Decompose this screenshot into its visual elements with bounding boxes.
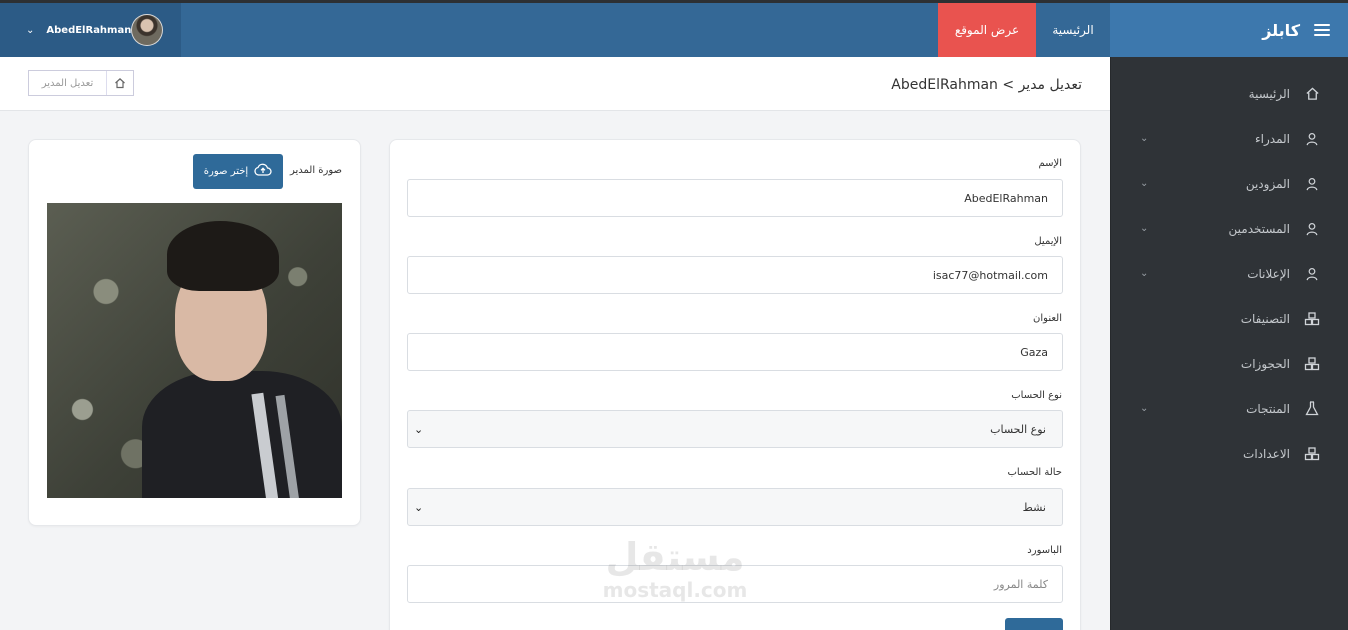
sidebar-item-label: التصنيفات	[1240, 311, 1290, 326]
admin-image-card: صورة المدير إختر صورة	[28, 139, 361, 526]
sidebar-item-label: المزودين	[1245, 176, 1290, 191]
user-icon	[1304, 131, 1320, 147]
breadcrumb-home-icon[interactable]	[107, 71, 133, 95]
address-field[interactable]: Gaza	[407, 333, 1063, 371]
content-header: تعديل مدير > AbedElRahman تعديل المدير	[0, 57, 1110, 111]
sidebar-item-settings[interactable]: الاعدادات	[1110, 431, 1348, 476]
view-site-button[interactable]: عرض الموقع	[938, 3, 1036, 57]
chevron-down-icon: ⌄	[414, 500, 424, 514]
address-label: العنوان	[1033, 313, 1062, 324]
chevron-down-icon: ⌄	[1140, 403, 1149, 414]
sidebar-item-bookings[interactable]: الحجوزات	[1110, 341, 1348, 386]
choose-image-label: إختر صورة	[203, 166, 249, 177]
avatar[interactable]	[131, 14, 163, 46]
sidebar-item-label: الاعدادات	[1243, 446, 1290, 461]
chevron-down-icon: ⌄	[414, 422, 424, 436]
email-field[interactable]: isac77@hotmail.com	[407, 256, 1063, 294]
account-type-select[interactable]: ⌄ نوع الحساب	[407, 410, 1063, 448]
admin-photo	[47, 203, 342, 498]
cubes-icon	[1304, 311, 1320, 327]
account-status-value: نشط	[1022, 500, 1046, 514]
sidebar-item-label: الرئيسية	[1248, 86, 1290, 101]
sidebar-item-providers[interactable]: المزودين ⌄	[1110, 161, 1348, 206]
hamburger-menu-icon[interactable]	[1314, 24, 1330, 36]
email-label: الإيميل	[1034, 236, 1062, 247]
account-status-select[interactable]: ⌄ نشط	[407, 488, 1063, 526]
sidebar-item-label: المستخدمين	[1228, 221, 1290, 236]
brand-name[interactable]: كابلز	[1262, 21, 1300, 40]
name-field[interactable]: AbedElRahman	[407, 179, 1063, 217]
user-icon	[1304, 266, 1320, 282]
brand: كابلز	[1110, 3, 1348, 57]
sidebar-item-home[interactable]: الرئيسية	[1110, 71, 1348, 116]
password-label: الباسورد	[1027, 545, 1062, 556]
nav-home-link[interactable]: الرئيسية	[1036, 3, 1110, 57]
cubes-icon	[1304, 446, 1320, 462]
sidebar: الرئيسية المدراء ⌄ المزودين ⌄ المستخدمين…	[1110, 57, 1348, 630]
user-icon	[1304, 176, 1320, 192]
image-label: صورة المدير	[289, 165, 342, 176]
sidebar-item-label: المدراء	[1255, 131, 1290, 146]
sidebar-item-admins[interactable]: المدراء ⌄	[1110, 116, 1348, 161]
breadcrumb: تعديل المدير	[28, 70, 134, 96]
password-field[interactable]: كلمة المرور	[407, 565, 1063, 603]
page-title: تعديل مدير > AbedElRahman	[891, 77, 1082, 93]
chevron-down-icon[interactable]: ⌄	[26, 25, 34, 36]
chevron-down-icon: ⌄	[1140, 223, 1149, 234]
account-type-value: نوع الحساب	[990, 422, 1046, 436]
account-status-label: حالة الحساب	[1007, 467, 1062, 478]
chevron-down-icon: ⌄	[1140, 133, 1149, 144]
breadcrumb-current: تعديل المدير	[29, 71, 107, 95]
chevron-down-icon: ⌄	[1140, 178, 1149, 189]
sidebar-item-users[interactable]: المستخدمين ⌄	[1110, 206, 1348, 251]
cubes-icon	[1304, 356, 1320, 372]
user-name[interactable]: AbedElRahman	[46, 25, 131, 36]
top-navbar: ⌄ AbedElRahman عرض الموقع الرئيسية كابلز	[0, 0, 1348, 57]
sidebar-item-label: الإعلانات	[1247, 266, 1290, 281]
user-menu[interactable]: ⌄ AbedElRahman	[0, 3, 181, 57]
choose-image-button[interactable]: إختر صورة	[193, 154, 283, 189]
cloud-upload-icon	[254, 163, 272, 180]
sidebar-item-categories[interactable]: التصنيفات	[1110, 296, 1348, 341]
chevron-down-icon: ⌄	[1140, 268, 1149, 279]
flask-icon	[1304, 401, 1320, 417]
account-type-label: نوع الحساب	[1011, 390, 1062, 401]
user-icon	[1304, 221, 1320, 237]
sidebar-item-products[interactable]: المنتجات ⌄	[1110, 386, 1348, 431]
submit-button[interactable]	[1005, 618, 1063, 630]
name-label: الإسم	[1038, 158, 1062, 169]
sidebar-item-label: المنتجات	[1246, 401, 1290, 416]
sidebar-item-ads[interactable]: الإعلانات ⌄	[1110, 251, 1348, 296]
home-icon	[1304, 86, 1320, 102]
sidebar-item-label: الحجوزات	[1240, 356, 1290, 371]
admin-form-card: الإسم AbedElRahman الإيميل isac77@hotmai…	[389, 139, 1081, 630]
